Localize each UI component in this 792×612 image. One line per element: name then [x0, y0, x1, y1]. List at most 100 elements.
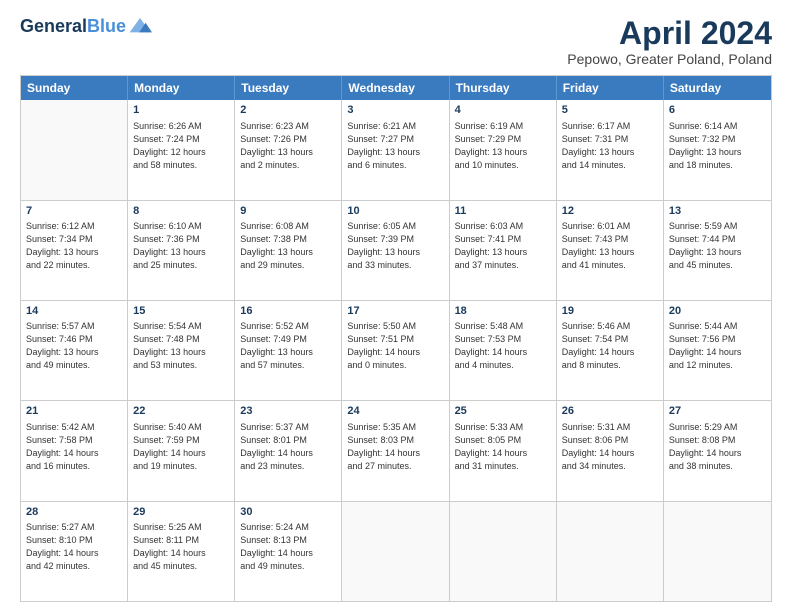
cell-info: Sunrise: 6:26 AM Sunset: 7:24 PM Dayligh…: [133, 120, 229, 172]
header-day-sunday: Sunday: [21, 76, 128, 100]
cell-day-number: 20: [669, 304, 766, 319]
cell-day-number: 29: [133, 505, 229, 520]
calendar-cell-22: 22 Sunrise: 5:40 AM Sunset: 7:59 PM Dayli…: [128, 401, 235, 500]
header: GeneralBlue April 2024 Pepowo, Greater P…: [20, 16, 772, 67]
cell-info: Sunrise: 5:25 AM Sunset: 8:11 PM Dayligh…: [133, 521, 229, 573]
calendar-cell-3: 3 Sunrise: 6:21 AM Sunset: 7:27 PM Daylig…: [342, 100, 449, 199]
header-day-tuesday: Tuesday: [235, 76, 342, 100]
header-day-monday: Monday: [128, 76, 235, 100]
calendar-cell-26: 26Sunrise: 5:31 AM Sunset: 8:06 PM Dayli…: [557, 401, 664, 500]
calendar-cell-20: 20Sunrise: 5:44 AM Sunset: 7:56 PM Dayli…: [664, 301, 771, 400]
calendar-cell-19: 19Sunrise: 5:46 AM Sunset: 7:54 PM Dayli…: [557, 301, 664, 400]
cell-info: Sunrise: 5:54 AM Sunset: 7:48 PM Dayligh…: [133, 320, 229, 372]
calendar-cell-18: 18Sunrise: 5:48 AM Sunset: 7:53 PM Dayli…: [450, 301, 557, 400]
cell-info: Sunrise: 5:35 AM Sunset: 8:03 PM Dayligh…: [347, 421, 443, 473]
cell-day-number: 2: [240, 103, 336, 118]
cell-day-number: 6: [669, 103, 766, 118]
cell-day-number: 15: [133, 304, 229, 319]
cell-day-number: 16: [240, 304, 336, 319]
cell-day-number: 23: [240, 404, 336, 419]
calendar-row-5: 28Sunrise: 5:27 AM Sunset: 8:10 PM Dayli…: [21, 502, 771, 601]
cell-info: Sunrise: 5:50 AM Sunset: 7:51 PM Dayligh…: [347, 320, 443, 372]
calendar-cell-empty: [21, 100, 128, 199]
logo-icon: [128, 16, 152, 36]
cell-info: Sunrise: 6:17 AM Sunset: 7:31 PM Dayligh…: [562, 120, 658, 172]
cell-day-number: 12: [562, 204, 658, 219]
calendar-cell-7: 7Sunrise: 6:12 AM Sunset: 7:34 PM Daylig…: [21, 201, 128, 300]
cell-day-number: 24: [347, 404, 443, 419]
cell-day-number: 21: [26, 404, 122, 419]
cell-day-number: 1: [133, 103, 229, 118]
header-day-thursday: Thursday: [450, 76, 557, 100]
calendar-cell-4: 4 Sunrise: 6:19 AM Sunset: 7:29 PM Daylig…: [450, 100, 557, 199]
cell-info: Sunrise: 6:19 AM Sunset: 7:29 PM Dayligh…: [455, 120, 551, 172]
cell-info: Sunrise: 5:37 AM Sunset: 8:01 PM Dayligh…: [240, 421, 336, 473]
cell-info: Sunrise: 6:12 AM Sunset: 7:34 PM Dayligh…: [26, 220, 122, 272]
cell-info: Sunrise: 5:40 AM Sunset: 7:59 PM Dayligh…: [133, 421, 229, 473]
cell-day-number: 22: [133, 404, 229, 419]
cell-info: Sunrise: 6:05 AM Sunset: 7:39 PM Dayligh…: [347, 220, 443, 272]
calendar-cell-14: 14Sunrise: 5:57 AM Sunset: 7:46 PM Dayli…: [21, 301, 128, 400]
calendar-body: 1 Sunrise: 6:26 AM Sunset: 7:24 PM Daylig…: [21, 100, 771, 601]
cell-day-number: 27: [669, 404, 766, 419]
cell-info: Sunrise: 5:24 AM Sunset: 8:13 PM Dayligh…: [240, 521, 336, 573]
cell-info: Sunrise: 5:29 AM Sunset: 8:08 PM Dayligh…: [669, 421, 766, 473]
cell-day-number: 18: [455, 304, 551, 319]
calendar-row-1: 1 Sunrise: 6:26 AM Sunset: 7:24 PM Daylig…: [21, 100, 771, 200]
cell-info: Sunrise: 5:48 AM Sunset: 7:53 PM Dayligh…: [455, 320, 551, 372]
cell-day-number: 8: [133, 204, 229, 219]
calendar-cell-15: 15Sunrise: 5:54 AM Sunset: 7:48 PM Dayli…: [128, 301, 235, 400]
subtitle: Pepowo, Greater Poland, Poland: [567, 51, 772, 67]
cell-day-number: 25: [455, 404, 551, 419]
cell-day-number: 10: [347, 204, 443, 219]
calendar-cell-23: 23 Sunrise: 5:37 AM Sunset: 8:01 PM Dayli…: [235, 401, 342, 500]
calendar-cell-27: 27 Sunrise: 5:29 AM Sunset: 8:08 PM Dayli…: [664, 401, 771, 500]
calendar-cell-empty: [664, 502, 771, 601]
cell-info: Sunrise: 5:46 AM Sunset: 7:54 PM Dayligh…: [562, 320, 658, 372]
calendar-cell-12: 12Sunrise: 6:01 AM Sunset: 7:43 PM Dayli…: [557, 201, 664, 300]
cell-info: Sunrise: 5:33 AM Sunset: 8:05 PM Dayligh…: [455, 421, 551, 473]
cell-info: Sunrise: 6:03 AM Sunset: 7:41 PM Dayligh…: [455, 220, 551, 272]
cell-info: Sunrise: 6:23 AM Sunset: 7:26 PM Dayligh…: [240, 120, 336, 172]
calendar-cell-6: 6 Sunrise: 6:14 AM Sunset: 7:32 PM Daylig…: [664, 100, 771, 199]
cell-day-number: 3: [347, 103, 443, 118]
calendar-cell-21: 21 Sunrise: 5:42 AM Sunset: 7:58 PM Dayli…: [21, 401, 128, 500]
cell-info: Sunrise: 6:21 AM Sunset: 7:27 PM Dayligh…: [347, 120, 443, 172]
logo-text: GeneralBlue: [20, 17, 126, 37]
cell-day-number: 7: [26, 204, 122, 219]
cell-day-number: 9: [240, 204, 336, 219]
cell-day-number: 4: [455, 103, 551, 118]
cell-day-number: 11: [455, 204, 551, 219]
calendar-row-2: 7Sunrise: 6:12 AM Sunset: 7:34 PM Daylig…: [21, 201, 771, 301]
calendar-header: SundayMondayTuesdayWednesdayThursdayFrid…: [21, 76, 771, 100]
header-day-friday: Friday: [557, 76, 664, 100]
main-title: April 2024: [567, 16, 772, 51]
calendar-cell-28: 28Sunrise: 5:27 AM Sunset: 8:10 PM Dayli…: [21, 502, 128, 601]
calendar-cell-11: 11Sunrise: 6:03 AM Sunset: 7:41 PM Dayli…: [450, 201, 557, 300]
calendar-cell-17: 17Sunrise: 5:50 AM Sunset: 7:51 PM Dayli…: [342, 301, 449, 400]
header-day-saturday: Saturday: [664, 76, 771, 100]
calendar-cell-9: 9Sunrise: 6:08 AM Sunset: 7:38 PM Daylig…: [235, 201, 342, 300]
calendar-row-4: 21 Sunrise: 5:42 AM Sunset: 7:58 PM Dayli…: [21, 401, 771, 501]
calendar-cell-16: 16Sunrise: 5:52 AM Sunset: 7:49 PM Dayli…: [235, 301, 342, 400]
cell-day-number: 17: [347, 304, 443, 319]
title-block: April 2024 Pepowo, Greater Poland, Polan…: [567, 16, 772, 67]
calendar-row-3: 14Sunrise: 5:57 AM Sunset: 7:46 PM Dayli…: [21, 301, 771, 401]
calendar-cell-1: 1 Sunrise: 6:26 AM Sunset: 7:24 PM Daylig…: [128, 100, 235, 199]
cell-info: Sunrise: 6:08 AM Sunset: 7:38 PM Dayligh…: [240, 220, 336, 272]
calendar-cell-24: 24 Sunrise: 5:35 AM Sunset: 8:03 PM Dayli…: [342, 401, 449, 500]
cell-info: Sunrise: 5:57 AM Sunset: 7:46 PM Dayligh…: [26, 320, 122, 372]
cell-info: Sunrise: 6:10 AM Sunset: 7:36 PM Dayligh…: [133, 220, 229, 272]
cell-day-number: 5: [562, 103, 658, 118]
cell-day-number: 28: [26, 505, 122, 520]
cell-info: Sunrise: 5:44 AM Sunset: 7:56 PM Dayligh…: [669, 320, 766, 372]
calendar-cell-empty: [342, 502, 449, 601]
calendar-cell-empty: [450, 502, 557, 601]
cell-day-number: 26: [562, 404, 658, 419]
calendar-cell-empty: [557, 502, 664, 601]
calendar-cell-29: 29Sunrise: 5:25 AM Sunset: 8:11 PM Dayli…: [128, 502, 235, 601]
cell-info: Sunrise: 6:14 AM Sunset: 7:32 PM Dayligh…: [669, 120, 766, 172]
cell-info: Sunrise: 5:59 AM Sunset: 7:44 PM Dayligh…: [669, 220, 766, 272]
cell-day-number: 30: [240, 505, 336, 520]
cell-info: Sunrise: 5:42 AM Sunset: 7:58 PM Dayligh…: [26, 421, 122, 473]
